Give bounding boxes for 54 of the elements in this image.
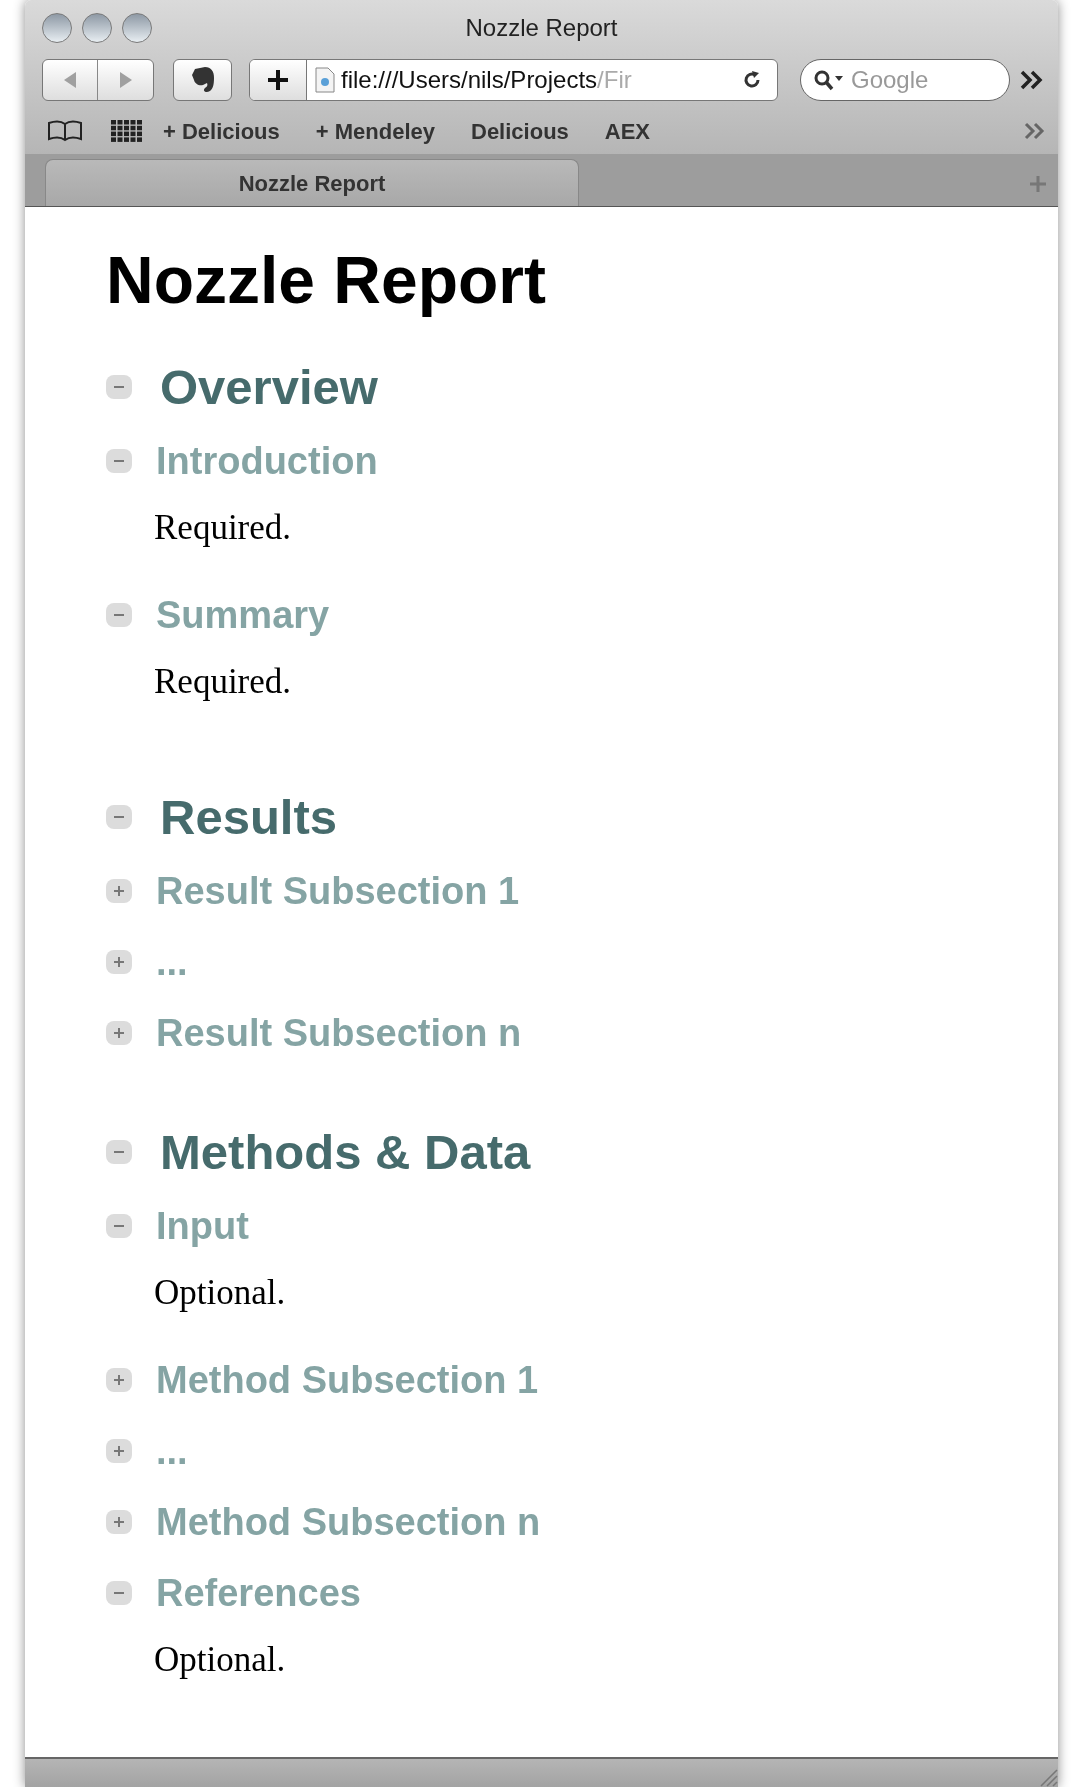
subsection-heading: Result Subsection 1 (156, 871, 520, 910)
plus-icon (113, 955, 125, 968)
section-heading: Overview (160, 362, 378, 412)
collapse-toggle[interactable] (106, 805, 132, 829)
collapse-toggle[interactable] (106, 1140, 132, 1164)
window-control[interactable] (122, 13, 152, 43)
expand-toggle[interactable] (106, 1438, 132, 1463)
collapse-toggle[interactable] (106, 602, 132, 627)
plus-icon (113, 1515, 125, 1528)
extension-button[interactable] (173, 59, 232, 101)
expand-toggle[interactable] (106, 878, 132, 903)
subsection-heading: ... (156, 1431, 188, 1470)
subsection-heading: Result Subsection n (156, 1013, 522, 1052)
plus-icon (113, 884, 125, 897)
search-field[interactable]: Google (800, 59, 1010, 101)
collapse-toggle[interactable] (106, 448, 132, 473)
section-heading: Methods & Data (160, 1127, 531, 1177)
window-control[interactable] (82, 13, 112, 43)
subsection-heading: ... (156, 942, 188, 981)
subsection-heading: Summary (156, 595, 330, 634)
subsection-heading: Introduction (156, 441, 378, 480)
file-icon (315, 67, 335, 93)
body-text: Required. (154, 663, 293, 700)
expand-toggle[interactable] (106, 949, 132, 974)
bookmark-link[interactable]: AEX (604, 114, 651, 148)
plus-icon (113, 1373, 125, 1386)
collapse-toggle[interactable] (106, 375, 132, 399)
left-triangle-icon (62, 71, 78, 89)
plus-icon (113, 1444, 125, 1457)
grid-icon[interactable] (111, 120, 143, 142)
plus-icon (113, 1026, 125, 1039)
expand-toggle[interactable] (106, 1367, 132, 1392)
window-control[interactable] (42, 13, 72, 43)
bookmark-link[interactable]: Delicious (471, 114, 569, 148)
expand-toggle[interactable] (106, 1020, 132, 1045)
plus-icon (267, 69, 289, 91)
subsection-heading: Method Subsection n (156, 1502, 541, 1541)
right-triangle-icon (117, 71, 134, 89)
add-bookmark-button[interactable] (250, 60, 307, 100)
subsection-heading: Method Subsection 1 (156, 1360, 539, 1399)
expand-toggle[interactable] (106, 1509, 132, 1534)
browser-tab[interactable]: Nozzle Report (45, 159, 579, 206)
bookmark-link[interactable]: + Mendeley (315, 114, 435, 148)
section-heading: Results (160, 792, 337, 842)
collapse-toggle[interactable] (106, 1580, 132, 1605)
collapse-toggle[interactable] (106, 1213, 132, 1238)
subsection-heading: Input (156, 1206, 249, 1245)
book-icon[interactable] (47, 120, 83, 142)
window-title: Nozzle Report (465, 13, 618, 43)
body-text: Optional. (154, 1641, 287, 1678)
bookmark-link[interactable]: + Delicious (163, 114, 280, 148)
subsection-heading: References (156, 1573, 361, 1612)
body-text: Optional. (154, 1274, 287, 1311)
body-text: Required. (154, 509, 293, 546)
